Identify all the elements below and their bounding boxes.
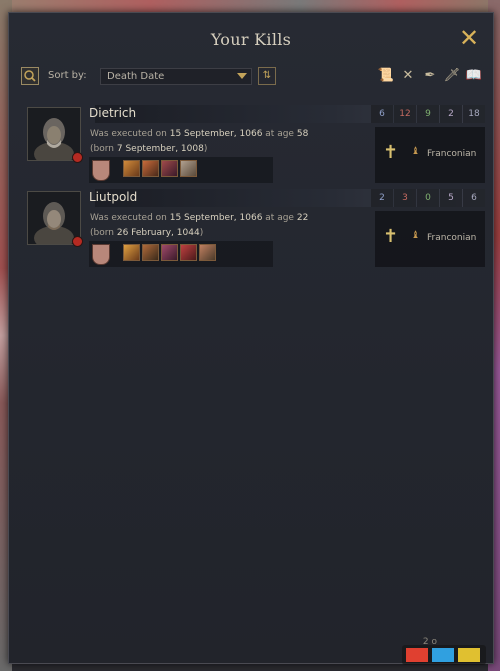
scroll-icon[interactable]: 📜	[377, 67, 395, 85]
stat-learning: 18	[463, 105, 485, 123]
culture-icon[interactable]: ♝	[411, 230, 421, 242]
character-name[interactable]: Liutpold	[89, 190, 137, 204]
trait-icon[interactable]	[199, 244, 216, 261]
cross-icon[interactable]: ✝	[383, 142, 398, 163]
stat-stewardship: 9	[417, 105, 439, 123]
death-description: Was executed on 15 September, 1066 at ag…	[90, 129, 309, 154]
character-stats: 6 12 9 2 18	[370, 105, 485, 123]
close-icon[interactable]: ✕	[457, 26, 481, 51]
sort-dropdown[interactable]: Death Date	[100, 68, 252, 85]
watermark-logo	[402, 645, 486, 665]
quill-icon[interactable]: ✒	[421, 67, 439, 85]
toolbar: Sort by: Death Date ⇅ 📜 ✕ ✒ 🗡 📖	[21, 67, 483, 87]
stat-learning: 6	[463, 189, 485, 207]
trait-icon[interactable]	[161, 160, 178, 177]
trait-box	[89, 241, 273, 267]
coat-of-arms-icon[interactable]	[92, 160, 110, 181]
trait-icon[interactable]	[180, 160, 197, 177]
search-button[interactable]	[21, 67, 39, 85]
character-portrait[interactable]	[27, 191, 83, 247]
trait-icon[interactable]	[142, 160, 159, 177]
sword-icon[interactable]: 🗡	[443, 67, 461, 85]
sort-dropdown-value: Death Date	[107, 71, 165, 82]
chevron-down-icon	[237, 73, 247, 79]
coat-of-arms-icon[interactable]	[92, 244, 110, 265]
window-title: Your Kills	[210, 30, 292, 49]
trait-box	[89, 157, 273, 183]
faith-culture-box: ✝ ♝ Franconian	[375, 211, 485, 267]
trait-list	[123, 160, 197, 177]
portrait-image	[28, 192, 80, 244]
stat-martial: 3	[394, 189, 416, 207]
character-stats: 2 3 0 5 6	[370, 189, 485, 207]
stat-intrigue: 2	[440, 105, 462, 123]
stat-stewardship: 0	[417, 189, 439, 207]
culture-label[interactable]: Franconian	[427, 149, 476, 159]
trait-icon[interactable]	[180, 244, 197, 261]
trait-icon[interactable]	[123, 160, 140, 177]
search-icon	[24, 70, 36, 82]
book-icon[interactable]: 📖	[465, 67, 483, 85]
culture-icon[interactable]: ♝	[411, 146, 421, 158]
executed-badge	[72, 152, 83, 163]
stat-diplomacy: 2	[371, 189, 393, 207]
portrait-image	[28, 108, 80, 160]
stat-diplomacy: 6	[371, 105, 393, 123]
kill-row[interactable]: Liutpold 2 3 0 5 6 Was executed on 15 Se…	[25, 189, 485, 269]
stat-martial: 12	[394, 105, 416, 123]
trait-icon[interactable]	[161, 244, 178, 261]
character-portrait[interactable]	[27, 107, 83, 163]
faith-culture-box: ✝ ♝ Franconian	[375, 127, 485, 183]
stat-intrigue: 5	[440, 189, 462, 207]
sort-by-label: Sort by:	[48, 70, 87, 81]
sort-order-icon[interactable]: ⇅	[258, 67, 276, 85]
trait-icon[interactable]	[142, 244, 159, 261]
kills-window: Your Kills ✕ Sort by: Death Date ⇅ 📜 ✕ ✒…	[8, 12, 494, 664]
crossed-swords-icon[interactable]: ✕	[399, 67, 417, 85]
kill-row[interactable]: Dietrich 6 12 9 2 18 Was executed on 15 …	[25, 105, 485, 185]
cross-icon[interactable]: ✝	[383, 226, 398, 247]
executed-badge	[72, 236, 83, 247]
filter-icon-group: 📜 ✕ ✒ 🗡 📖	[377, 67, 483, 85]
trait-icon[interactable]	[123, 244, 140, 261]
culture-label[interactable]: Franconian	[427, 233, 476, 243]
character-name[interactable]: Dietrich	[89, 106, 136, 120]
trait-list	[123, 244, 216, 261]
death-description: Was executed on 15 September, 1066 at ag…	[90, 213, 309, 238]
